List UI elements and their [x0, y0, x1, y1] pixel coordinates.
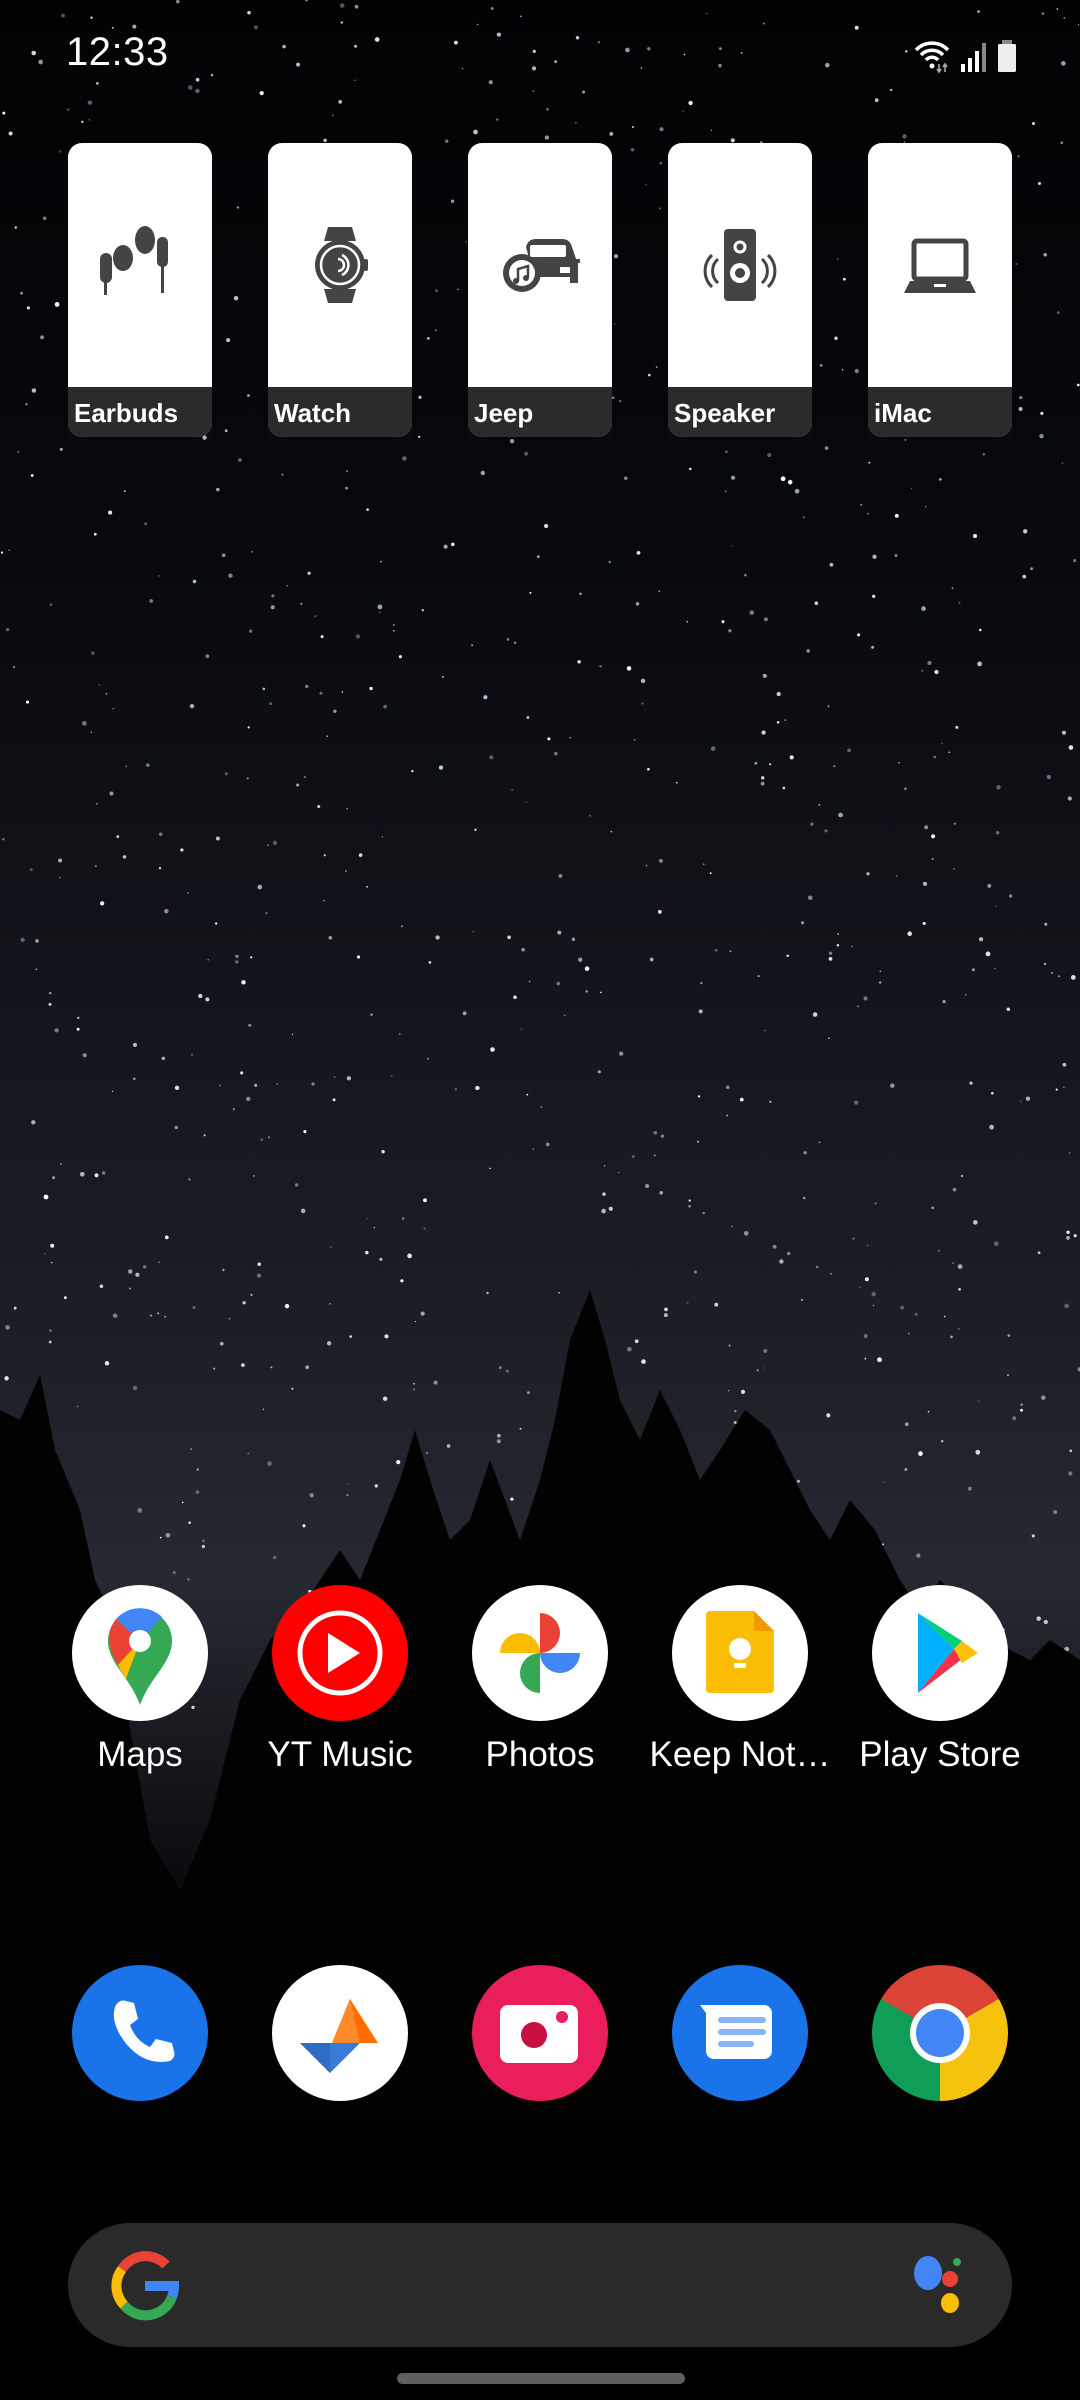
messages-icon [672, 1965, 808, 2101]
camera-icon [472, 1965, 608, 2101]
play-store-icon [872, 1585, 1008, 1721]
earbuds-icon [100, 226, 168, 295]
smartwatch-icon [315, 227, 368, 303]
clock: 12:33 [66, 30, 169, 74]
app-label: Keep Not… [649, 1735, 831, 1774]
app-label: Play Store [859, 1735, 1021, 1774]
cellular-signal-icon [961, 43, 986, 72]
app-label: Photos [485, 1735, 595, 1774]
laptop-icon [904, 238, 976, 293]
device-tile-earbuds[interactable]: Earbuds [68, 143, 212, 437]
device-tile-imac[interactable]: iMac [868, 143, 1012, 437]
device-tile-speaker[interactable]: Speaker [668, 143, 812, 437]
google-keep-icon [672, 1585, 808, 1721]
wifi-icon [914, 41, 950, 74]
google-assistant-icon[interactable] [910, 2253, 970, 2319]
google-maps-icon [72, 1585, 208, 1721]
kite-app-icon [272, 1965, 408, 2101]
device-tile-label: Speaker [674, 398, 776, 428]
device-tile-label: Watch [274, 398, 352, 428]
chrome-icon [872, 1965, 1008, 2101]
device-tile-label: Jeep [474, 398, 534, 428]
status-bar: 12:33 [0, 0, 1080, 110]
google-photos-icon [472, 1585, 608, 1721]
app-label: Maps [97, 1735, 183, 1774]
device-tile-label: iMac [874, 398, 932, 428]
app-label: YT Music [267, 1735, 413, 1774]
gesture-nav-handle[interactable] [397, 2373, 685, 2384]
device-tile-label: Earbuds [74, 398, 179, 428]
car-music-icon [503, 239, 580, 292]
device-tile-jeep[interactable]: Jeep [468, 143, 612, 437]
phone-icon [72, 1965, 208, 2101]
google-search-bar[interactable] [68, 2223, 1012, 2347]
speaker-icon [703, 229, 777, 301]
google-g-icon[interactable] [110, 2251, 180, 2321]
battery-icon [998, 40, 1016, 72]
youtube-music-icon [272, 1585, 408, 1721]
device-tile-watch[interactable]: Watch [268, 143, 412, 437]
